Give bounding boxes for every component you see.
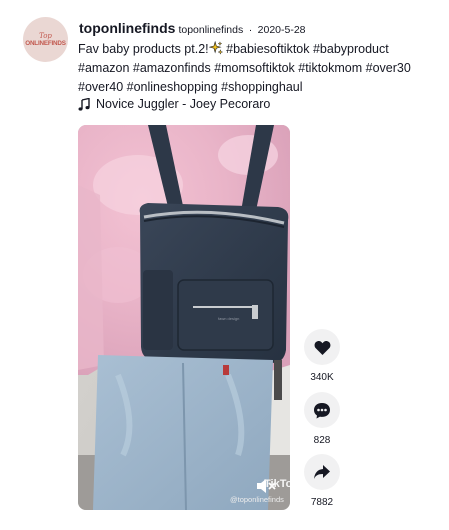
heart-icon: [314, 340, 330, 355]
avatar[interactable]: Top ONLINEFINDS: [23, 17, 68, 62]
separator: ·: [248, 24, 253, 36]
music-link[interactable]: Novice Juggler - Joey Pecoraro: [78, 97, 270, 111]
share-icon: [314, 465, 330, 479]
music-title: Novice Juggler - Joey Pecoraro: [96, 97, 271, 111]
comment-button[interactable]: [304, 392, 340, 428]
svg-text:fawn design: fawn design: [218, 316, 239, 321]
share-action: 7882: [302, 454, 342, 508]
comment-icon: [314, 402, 330, 418]
share-count: 7882: [310, 497, 334, 508]
video-watermark-user: @toponlinefinds: [230, 495, 284, 504]
hashtags-line-2[interactable]: #amazon #amazonfinds #momsoftiktok #tikt…: [78, 61, 411, 75]
video-frame: fawn design: [78, 125, 290, 510]
music-note-icon: [78, 97, 90, 111]
hashtags-line-1[interactable]: #babiesoftiktok #babyproduct: [226, 42, 389, 56]
like-count: 340K: [310, 372, 334, 383]
comment-action: 828: [302, 392, 342, 446]
video-player[interactable]: fawn design TikTok @toponlinefinds: [78, 125, 290, 510]
caption-text: Fav baby products pt.2!: [78, 42, 209, 56]
hashtags-line-3[interactable]: #over40 #onlineshopping #shoppinghaul: [78, 80, 303, 94]
caption: Fav baby products pt.2! #babiesoftiktok …: [78, 40, 423, 97]
nickname: toponlinefinds: [178, 24, 244, 36]
like-button[interactable]: [304, 329, 340, 365]
like-action: 340K: [302, 329, 342, 383]
comment-count: 828: [313, 435, 331, 446]
share-button[interactable]: [304, 454, 340, 490]
post-header: toponlinefinds toponlinefinds · 2020-5-28: [79, 20, 306, 38]
username-link[interactable]: toponlinefinds: [79, 20, 175, 36]
video-watermark-logo: TikTok: [264, 478, 290, 490]
post-date: 2020-5-28: [257, 24, 306, 36]
avatar-text-bottom: ONLINEFINDS: [25, 39, 66, 47]
avatar-text-top: Top: [39, 31, 52, 40]
sparkles-icon: [208, 41, 223, 55]
